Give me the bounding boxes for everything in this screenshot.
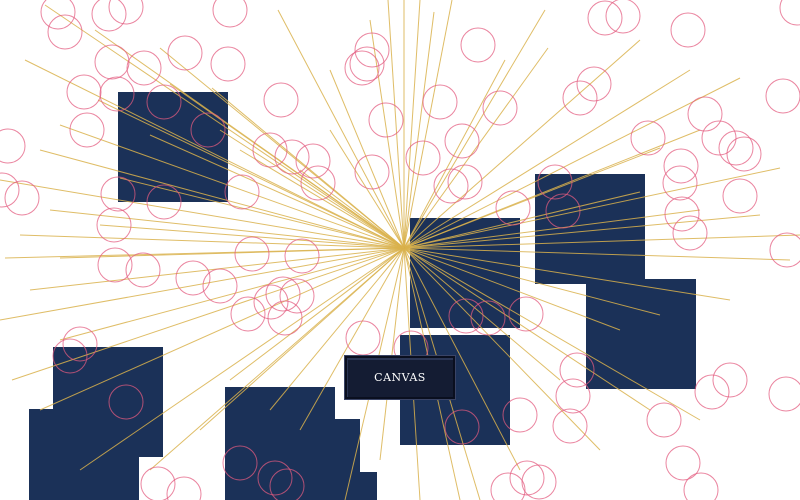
circle-outline <box>210 46 246 82</box>
circle-outline <box>683 472 719 500</box>
navy-block <box>267 472 377 500</box>
circle-outline <box>212 0 248 28</box>
circle-outline <box>66 74 102 110</box>
circle-outline <box>765 78 800 114</box>
circle-outline <box>368 102 404 138</box>
ray-line <box>24 59 405 249</box>
circle-outline <box>490 472 526 500</box>
circle-outline <box>722 178 758 214</box>
circle-outline <box>587 0 623 36</box>
circle-outline <box>126 50 162 86</box>
artwork-canvas <box>0 0 800 500</box>
ray-line <box>0 247 405 321</box>
ray-line <box>219 129 405 249</box>
ray-line <box>403 0 453 249</box>
circle-outline <box>670 12 706 48</box>
circle-outline <box>0 172 20 208</box>
canvas-stage: CANVAS <box>0 0 800 500</box>
ray-line <box>4 247 405 259</box>
circle-outline <box>405 140 441 176</box>
circle-outline <box>482 90 518 126</box>
circle-outline <box>521 464 557 500</box>
ray-line <box>403 0 421 249</box>
circle-outline <box>630 120 666 156</box>
circle-outline <box>509 460 545 496</box>
circle-outline <box>712 362 748 398</box>
circle-outline <box>460 27 496 63</box>
circle-outline <box>576 66 612 102</box>
circle-outline <box>562 80 598 116</box>
ray-line <box>387 0 405 249</box>
circle-outline <box>768 376 800 412</box>
circle-outline <box>167 35 203 71</box>
circle-outline <box>552 408 588 444</box>
circle-outline <box>166 476 202 500</box>
circle-outline <box>234 236 270 272</box>
circle-outline <box>0 128 26 164</box>
canvas-button[interactable]: CANVAS <box>345 356 455 399</box>
navy-blocks <box>29 92 696 500</box>
circle-outline <box>665 445 701 481</box>
navy-block <box>586 279 696 389</box>
navy-block <box>29 409 139 500</box>
circle-outline <box>687 96 723 132</box>
circle-outline <box>263 82 299 118</box>
circle-outline <box>345 320 381 356</box>
ray-line <box>369 19 405 249</box>
circle-outline <box>433 168 469 204</box>
circle-outline <box>230 296 266 332</box>
circle-outline <box>769 232 800 268</box>
ray-line <box>277 9 405 249</box>
circle-outline <box>40 0 76 30</box>
circle-outline <box>605 0 641 34</box>
circle-outline <box>422 84 458 120</box>
circle-outline <box>726 136 762 172</box>
circle-outline <box>555 378 591 414</box>
ray-line <box>299 247 405 431</box>
circle-outline <box>694 374 730 410</box>
circle-outline <box>646 402 682 438</box>
circle-outline <box>140 466 176 500</box>
circle-outline <box>4 180 40 216</box>
circle-outline <box>779 0 800 26</box>
circle-outline <box>47 14 83 50</box>
